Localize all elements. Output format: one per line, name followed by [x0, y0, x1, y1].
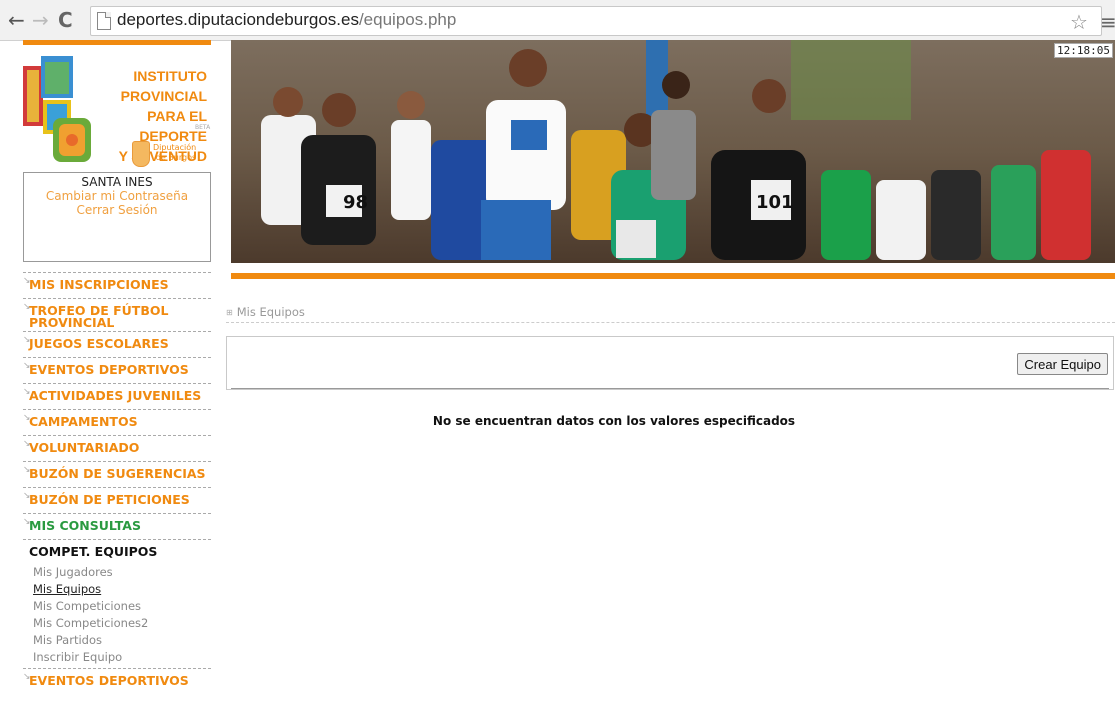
clock: 12:18:05	[1054, 43, 1113, 58]
arrow-icon: ↘	[23, 387, 31, 397]
browser-toolbar: ← → C deportes.diputaciondeburgos.es/equ…	[0, 0, 1115, 41]
nav-buzon-sugerencias[interactable]: ↘ BUZÓN DE SUGERENCIAS	[23, 461, 211, 487]
nav-label: BUZÓN DE SUGERENCIAS	[29, 466, 206, 481]
nav-label: TROFEO DE FÚTBOL PROVINCIAL	[29, 303, 169, 330]
nav-voluntariado[interactable]: ↘ VOLUNTARIADO	[23, 435, 211, 461]
arrow-icon: ↘	[23, 465, 31, 475]
logout-link[interactable]: Cerrar Sesión	[24, 203, 210, 217]
breadcrumb: ⊞ Mis Equipos	[226, 305, 1115, 323]
forward-arrow-icon[interactable]: →	[32, 8, 49, 32]
nav-label: MIS CONSULTAS	[29, 518, 141, 533]
nav-label: MIS INSCRIPCIONES	[29, 277, 169, 292]
user-name: SANTA INES	[81, 175, 153, 189]
user-box: SANTA INES Cambiar mi Contraseña Cerrar …	[23, 172, 211, 262]
arrow-icon: ↘	[23, 335, 31, 345]
logo-line-1: INSTITUTO PROVINCIAL	[120, 68, 207, 104]
arrow-icon: ↘	[23, 517, 31, 527]
nav-mis-inscripciones[interactable]: ↘ MIS INSCRIPCIONES	[23, 272, 211, 298]
url-text[interactable]: deportes.diputaciondeburgos.es/equipos.p…	[117, 10, 456, 30]
diputacion-label: Diputación de Burgos	[153, 143, 196, 163]
bib-101-label: 101	[756, 192, 794, 213]
page-icon	[97, 12, 111, 30]
nav-label: COMPET. EQUIPOS	[29, 544, 158, 559]
submenu-mis-competiciones[interactable]: Mis Competiciones	[33, 598, 211, 615]
nav-trofeo-futbol[interactable]: ↘ TROFEO DE FÚTBOL PROVINCIAL	[23, 298, 211, 331]
beta-label: BETA	[195, 124, 211, 131]
url-path: /equipos.php	[358, 10, 457, 29]
top-orange-bar	[23, 40, 211, 45]
star-icon[interactable]: ☆	[1070, 10, 1088, 34]
submenu-inscribir-equipo[interactable]: Inscribir Equipo	[33, 649, 211, 666]
header-banner-image: 98 101 12:18:05	[231, 40, 1115, 263]
runners-photo: 98 101	[231, 40, 1115, 263]
nav-mis-consultas[interactable]: ↘ MIS CONSULTAS	[23, 513, 211, 539]
nav-juegos-escolares[interactable]: ↘ JUEGOS ESCOLARES	[23, 331, 211, 357]
diputacion-line-1: Diputación	[153, 143, 197, 152]
submenu-mis-partidos[interactable]: Mis Partidos	[33, 632, 211, 649]
arrow-icon: ↘	[23, 672, 31, 682]
nav-buzon-peticiones[interactable]: ↘ BUZÓN DE PETICIONES	[23, 487, 211, 513]
bullet-icon: ⊞	[226, 308, 233, 317]
arrow-icon: ↘	[23, 413, 31, 423]
breadcrumb-label: Mis Equipos	[236, 305, 305, 319]
nav-label: BUZÓN DE PETICIONES	[29, 492, 190, 507]
arrow-icon: ↘	[23, 491, 31, 501]
change-password-link[interactable]: Cambiar mi Contraseña	[24, 189, 210, 203]
logo-line-2: PARA EL DEPORTE	[139, 108, 207, 144]
submenu-mis-equipos[interactable]: Mis Equipos	[33, 581, 211, 598]
nav-eventos-deportivos-2[interactable]: ↘ EVENTOS DEPORTIVOS	[23, 668, 211, 694]
back-arrow-icon[interactable]: ←	[8, 8, 25, 32]
diputacion-crest-icon	[132, 141, 150, 167]
banner-orange-bar	[231, 273, 1115, 279]
arrow-icon: ↘	[23, 361, 31, 371]
submenu-mis-jugadores[interactable]: Mis Jugadores	[33, 564, 211, 581]
submenu-mis-competiciones2[interactable]: Mis Competiciones2	[33, 615, 211, 632]
nav-actividades-juveniles[interactable]: ↘ ACTIVIDADES JUVENILES	[23, 383, 211, 409]
reload-icon[interactable]: C	[58, 8, 73, 32]
bib-98-label: 98	[343, 192, 368, 213]
address-bar[interactable]: deportes.diputaciondeburgos.es/equipos.p…	[90, 6, 1102, 36]
arrow-icon: ↘	[23, 276, 31, 286]
diputacion-line-2: de Burgos	[155, 153, 197, 162]
panel-divider	[231, 388, 1109, 389]
nav-label: EVENTOS DEPORTIVOS	[29, 362, 189, 377]
no-data-message: No se encuentran datos con los valores e…	[432, 414, 796, 428]
nav-eventos-deportivos[interactable]: ↘ EVENTOS DEPORTIVOS	[23, 357, 211, 383]
left-column: INSTITUTO PROVINCIAL PARA EL DEPORTE Y J…	[23, 40, 211, 715]
toolbar-panel: Crear Equipo	[226, 336, 1114, 390]
compet-submenu: Mis Jugadores Mis Equipos Mis Competicio…	[29, 562, 211, 666]
nav-label: JUEGOS ESCOLARES	[29, 336, 169, 351]
url-domain: deportes.diputaciondeburgos.es	[117, 10, 359, 29]
nav-campamentos[interactable]: ↘ CAMPAMENTOS	[23, 409, 211, 435]
arrow-icon: ↘	[23, 439, 31, 449]
nav-compet-equipos[interactable]: COMPET. EQUIPOS Mis Jugadores Mis Equipo…	[23, 539, 211, 668]
menu-icon[interactable]: ≡	[1100, 10, 1115, 34]
arrow-icon: ↘	[23, 302, 31, 312]
nav-label: ACTIVIDADES JUVENILES	[29, 388, 202, 403]
nav-label: EVENTOS DEPORTIVOS	[29, 673, 189, 688]
create-team-button[interactable]: Crear Equipo	[1017, 353, 1108, 375]
nav-label: VOLUNTARIADO	[29, 440, 140, 455]
side-menu: ↘ MIS INSCRIPCIONES ↘ TROFEO DE FÚTBOL PRO…	[23, 272, 211, 694]
nav-label: CAMPAMENTOS	[29, 414, 138, 429]
